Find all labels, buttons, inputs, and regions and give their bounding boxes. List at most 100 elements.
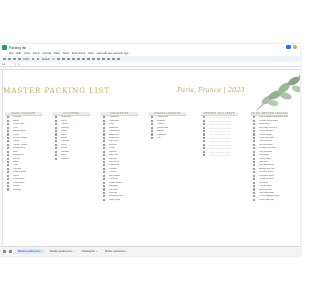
item-checkbox[interactable] <box>7 143 10 146</box>
wrap-icon[interactable] <box>97 57 100 61</box>
item-checkbox[interactable] <box>7 133 10 136</box>
comment-icon[interactable] <box>107 57 110 61</box>
item-checkbox[interactable] <box>55 130 58 133</box>
percent-icon[interactable] <box>36 57 40 61</box>
item-checkbox[interactable] <box>7 157 10 160</box>
item-checkbox[interactable] <box>253 150 256 153</box>
item-checkbox[interactable] <box>7 130 10 133</box>
item-checkbox[interactable] <box>7 147 10 150</box>
item-checkbox[interactable] <box>103 167 106 170</box>
item-checkbox[interactable] <box>55 157 58 160</box>
item-checkbox[interactable] <box>55 133 58 136</box>
item-checkbox[interactable] <box>7 164 10 167</box>
item-checkbox[interactable] <box>103 185 106 188</box>
sheet-grid[interactable]: MASTER PACKING LIST Paris, France | 2023… <box>3 70 300 246</box>
item-checkbox[interactable] <box>103 150 106 153</box>
item-checkbox[interactable] <box>253 195 256 198</box>
item-checkbox[interactable] <box>55 140 58 143</box>
menu-insert[interactable]: Insert <box>33 52 40 55</box>
tab-dropdown-icon[interactable]: ▾ <box>125 251 127 253</box>
currency-icon[interactable] <box>31 57 35 61</box>
item-checkbox[interactable] <box>203 130 206 133</box>
item-checkbox[interactable] <box>55 116 58 119</box>
item-checkbox[interactable] <box>151 119 154 122</box>
item-checkbox[interactable] <box>7 160 10 164</box>
item-checkbox[interactable] <box>7 178 10 181</box>
sheet-tab-printer[interactable]: Printer-optimized ▾ <box>102 249 130 254</box>
menu-view[interactable]: View <box>24 52 30 55</box>
item-checkbox[interactable] <box>7 116 10 119</box>
undo-icon[interactable] <box>3 57 6 61</box>
item-checkbox[interactable] <box>203 140 206 143</box>
item-checkbox[interactable] <box>103 143 106 146</box>
paint-format-icon[interactable] <box>17 57 21 61</box>
item-checkbox[interactable] <box>203 119 206 122</box>
item-checkbox[interactable] <box>253 157 256 160</box>
star-icon[interactable]: ☆ <box>28 46 31 50</box>
item-checkbox[interactable] <box>103 198 106 201</box>
item-checkbox[interactable] <box>253 167 256 170</box>
avatar[interactable] <box>293 45 297 50</box>
item-checkbox[interactable] <box>253 136 256 139</box>
item-checkbox[interactable] <box>151 126 154 129</box>
add-sheet-icon[interactable] <box>3 250 6 253</box>
item-checkbox[interactable] <box>7 167 10 170</box>
align-icon[interactable] <box>92 57 95 61</box>
item-checkbox[interactable] <box>7 154 10 157</box>
item-checkbox[interactable] <box>253 160 256 164</box>
strikethrough-icon[interactable] <box>67 57 70 61</box>
item-checkbox[interactable] <box>55 136 58 139</box>
item-checkbox[interactable] <box>55 123 58 126</box>
item-checkbox[interactable] <box>103 133 106 136</box>
share-button[interactable] <box>285 45 291 50</box>
item-checkbox[interactable] <box>253 164 256 167</box>
item-checkbox[interactable] <box>103 164 106 167</box>
item-checkbox[interactable] <box>103 154 106 157</box>
item-checkbox[interactable] <box>253 143 256 146</box>
item-checkbox[interactable] <box>151 116 154 119</box>
item-checkbox[interactable] <box>55 150 58 153</box>
item-checkbox[interactable] <box>7 188 10 191</box>
item-checkbox[interactable] <box>7 136 10 139</box>
functions-icon[interactable] <box>117 57 120 61</box>
menu-extensions[interactable]: Extensions <box>72 52 85 55</box>
zoom-select[interactable]: 100% <box>23 58 29 61</box>
item-checkbox[interactable] <box>103 147 106 150</box>
item-checkbox[interactable] <box>7 171 10 174</box>
item-checkbox[interactable] <box>253 174 256 177</box>
item-checkbox[interactable] <box>253 116 256 119</box>
item-checkbox[interactable] <box>253 185 256 188</box>
item-checkbox[interactable] <box>55 143 58 146</box>
item-checkbox[interactable] <box>203 154 206 157</box>
document-title[interactable]: Packing list <box>9 46 26 50</box>
item-checkbox[interactable] <box>7 185 10 188</box>
sheet-tab-master[interactable]: Master packing list ▾ <box>15 248 46 255</box>
item-checkbox[interactable] <box>7 181 10 184</box>
all-sheets-icon[interactable] <box>9 250 12 253</box>
item-checkbox[interactable] <box>253 133 256 136</box>
item-checkbox[interactable] <box>203 136 206 139</box>
tab-dropdown-icon[interactable]: ▾ <box>73 251 74 253</box>
menu-help[interactable]: Help <box>88 52 94 55</box>
item-checkbox[interactable] <box>151 130 154 133</box>
item-checkbox[interactable] <box>253 130 256 133</box>
bold-icon[interactable] <box>57 57 60 61</box>
item-checkbox[interactable] <box>253 178 256 181</box>
merge-cells-icon[interactable] <box>87 57 90 61</box>
tab-dropdown-icon[interactable]: ▾ <box>96 251 97 253</box>
item-checkbox[interactable] <box>7 123 10 126</box>
sheet-tab-weekly[interactable]: Weekly packing list ▾ <box>47 249 78 254</box>
item-checkbox[interactable] <box>103 130 106 133</box>
item-checkbox[interactable] <box>103 157 106 160</box>
last-edit-status[interactable]: Last edit was seconds ago <box>97 52 129 55</box>
item-checkbox[interactable] <box>7 119 10 122</box>
item-checkbox[interactable] <box>253 191 256 194</box>
item-checkbox[interactable] <box>151 136 154 139</box>
item-checkbox[interactable] <box>55 126 58 129</box>
item-checkbox[interactable] <box>253 147 256 150</box>
item-checkbox[interactable] <box>103 188 106 191</box>
item-checkbox[interactable] <box>253 126 256 129</box>
item-checkbox[interactable] <box>103 119 106 122</box>
item-checkbox[interactable] <box>203 133 206 136</box>
menu-data[interactable]: Data <box>54 52 60 55</box>
